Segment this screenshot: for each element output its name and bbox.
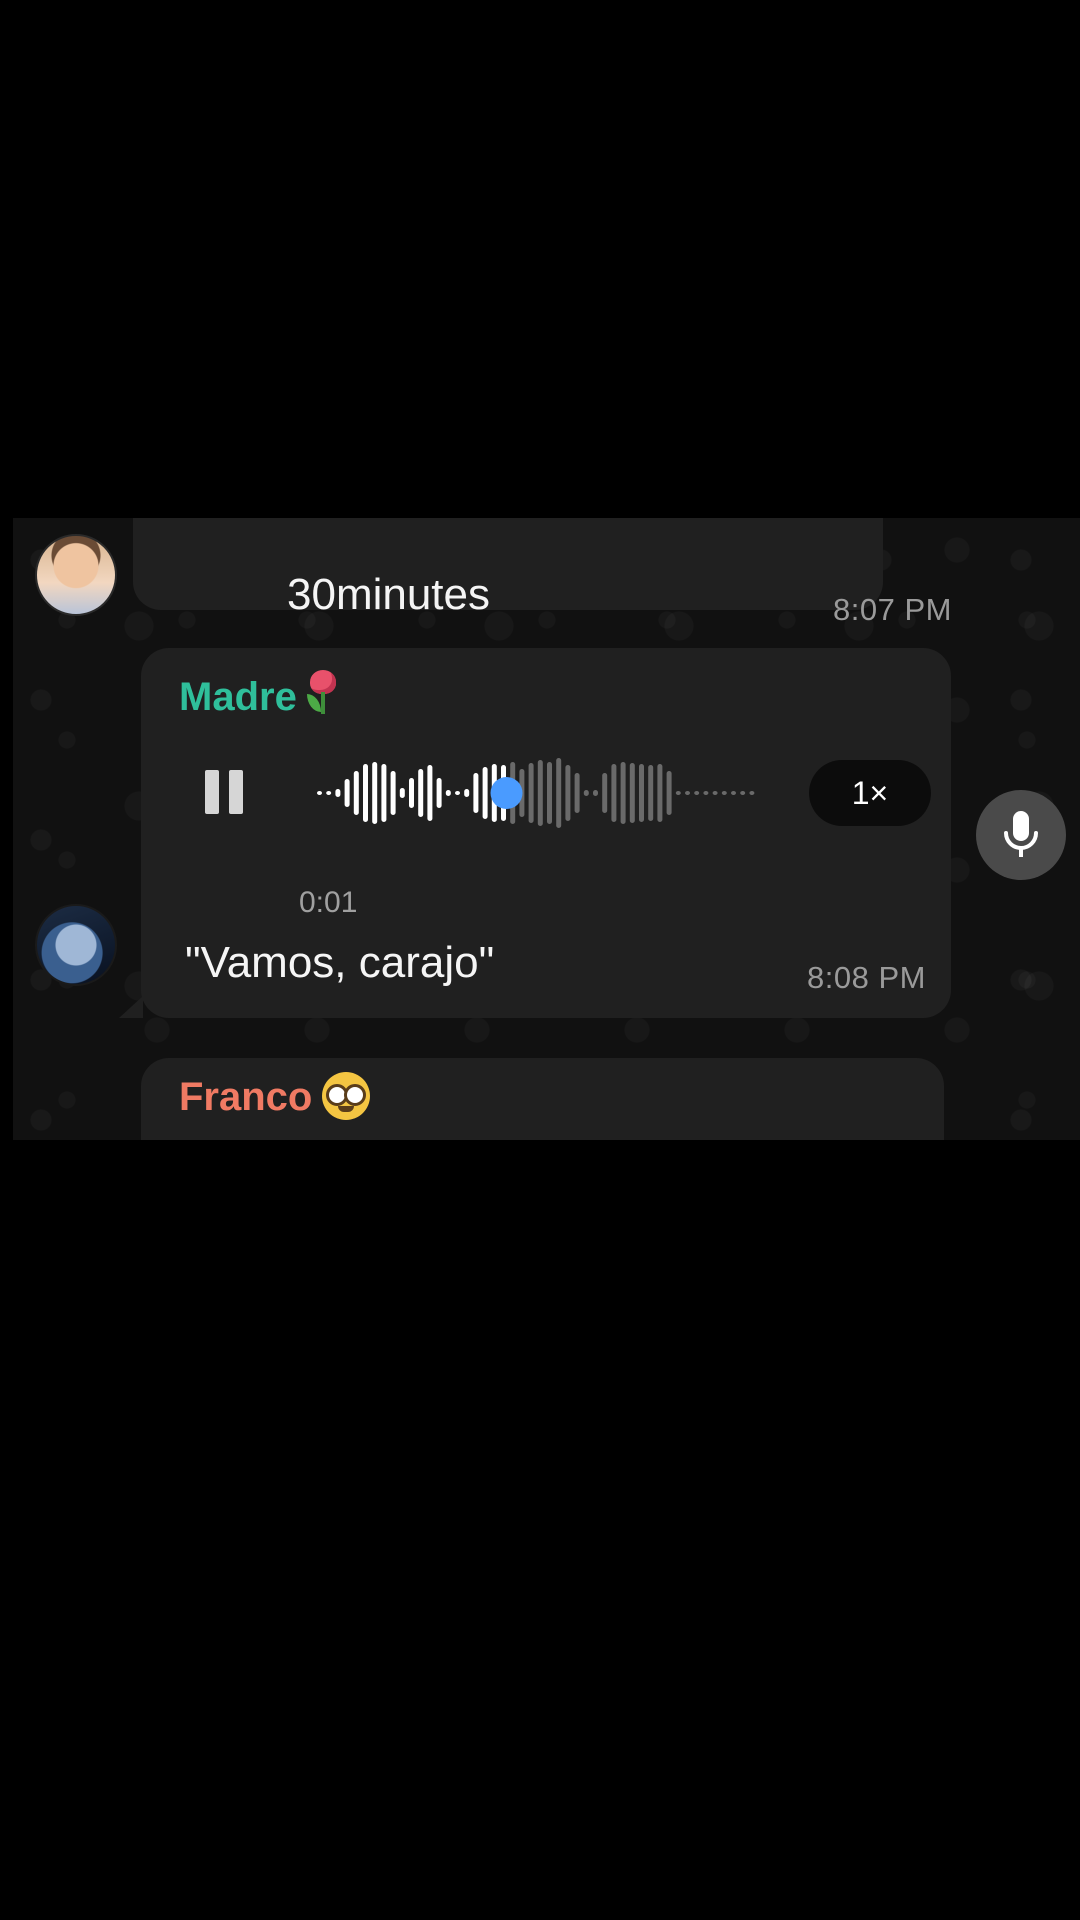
- message-bubble: 30minutes 8:07 PM: [133, 518, 951, 627]
- waveform-bar: [565, 765, 571, 821]
- microphone-button[interactable]: [976, 790, 1066, 880]
- chat-panel: 30minutes 8:07 PM Madre 1× 0:01 "Vamos, …: [13, 518, 1080, 1140]
- message-bubble: Franco: [141, 1058, 944, 1140]
- waveform-bar: [721, 791, 727, 795]
- waveform-bar: [436, 778, 442, 808]
- waveform-bar: [749, 791, 755, 795]
- avatar[interactable]: [35, 904, 117, 986]
- waveform-bar: [547, 762, 552, 824]
- sender-name-text: Franco: [179, 1075, 313, 1119]
- nerd-face-icon: [322, 1072, 371, 1120]
- waveform-bar: [629, 763, 635, 823]
- waveform-bar: [335, 789, 341, 797]
- waveform-bar: [574, 773, 580, 813]
- microphone-icon: [1004, 811, 1038, 857]
- waveform-bar: [372, 762, 378, 824]
- waveform-bar: [445, 790, 451, 796]
- waveform-bar: [685, 791, 690, 795]
- voice-caption: "Vamos, carajo": [185, 938, 495, 987]
- waveform-bar: [409, 778, 414, 808]
- waveform-bar: [427, 765, 433, 821]
- waveform-bar: [657, 764, 663, 822]
- waveform-bar: [648, 765, 654, 821]
- waveform-bar: [666, 771, 672, 815]
- waveform-bar: [390, 771, 396, 815]
- waveform-bar: [399, 788, 405, 798]
- waveform-bar: [326, 791, 332, 795]
- waveform-bar: [363, 764, 368, 822]
- waveform-bar: [712, 791, 718, 795]
- waveform-bar: [639, 764, 644, 822]
- voice-message-bubble: Madre 1× 0:01 "Vamos, carajo" 8:08 PM: [141, 648, 951, 1018]
- pause-icon: [205, 770, 219, 814]
- bubble-tail: [119, 996, 143, 1018]
- waveform-bar: [482, 767, 488, 819]
- waveform-bar: [611, 764, 617, 822]
- waveform-bar: [556, 758, 562, 828]
- waveform-bar: [593, 790, 598, 796]
- waveform-bar: [703, 791, 709, 795]
- sender-name[interactable]: Franco: [179, 1072, 371, 1120]
- waveform-bar: [694, 791, 700, 795]
- message-time: 8:07 PM: [833, 592, 952, 627]
- sender-name-text: Madre: [179, 675, 297, 719]
- message-time: 8:08 PM: [807, 960, 926, 995]
- audio-waveform[interactable]: [315, 754, 765, 832]
- waveform-bar: [381, 764, 387, 822]
- waveform-bar: [731, 791, 736, 795]
- playback-scrubber[interactable]: [490, 777, 523, 809]
- waveform-bar: [583, 790, 589, 796]
- avatar[interactable]: [35, 534, 117, 616]
- waveform-bar: [602, 773, 608, 813]
- playback-speed-button[interactable]: 1×: [809, 760, 931, 826]
- waveform-bar: [537, 760, 543, 826]
- sender-name[interactable]: Madre: [179, 668, 343, 720]
- waveform-bar: [473, 773, 479, 813]
- waveform-bar: [464, 789, 470, 797]
- waveform-bar: [317, 791, 322, 795]
- waveform-bar: [353, 771, 359, 815]
- waveform-bar: [528, 763, 534, 823]
- message-text: 30minutes: [287, 570, 491, 619]
- waveform-bar: [418, 769, 424, 817]
- voice-duration: 0:01: [299, 886, 358, 919]
- waveform-bar: [455, 791, 460, 795]
- tulip-icon: [303, 668, 343, 716]
- waveform-bar: [344, 779, 350, 807]
- pause-button[interactable]: [203, 770, 247, 814]
- waveform-bar: [740, 791, 746, 795]
- waveform-bar: [620, 762, 626, 824]
- waveform-bar: [675, 791, 681, 795]
